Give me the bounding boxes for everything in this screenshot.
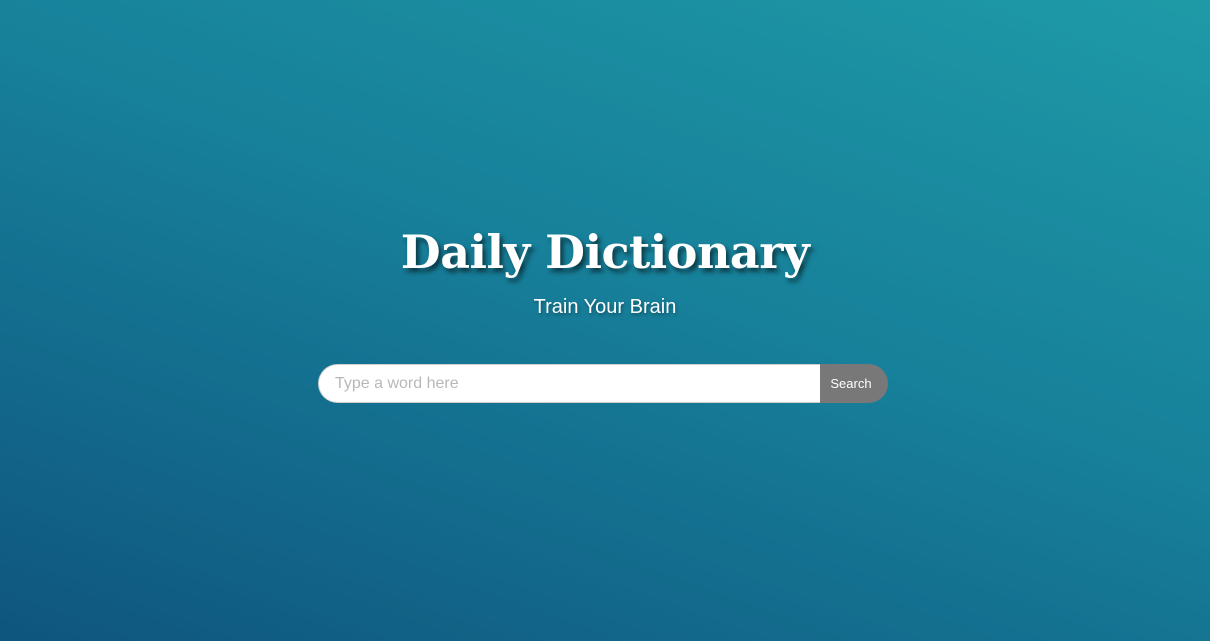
hero-section: Daily Dictionary Train Your Brain Search [0,0,1210,641]
page-subtitle: Train Your Brain [533,296,677,318]
search-form: Search [318,364,888,403]
search-button[interactable]: Search [820,364,888,403]
search-input[interactable] [318,364,820,403]
page-title: Daily Dictionary [400,225,810,279]
